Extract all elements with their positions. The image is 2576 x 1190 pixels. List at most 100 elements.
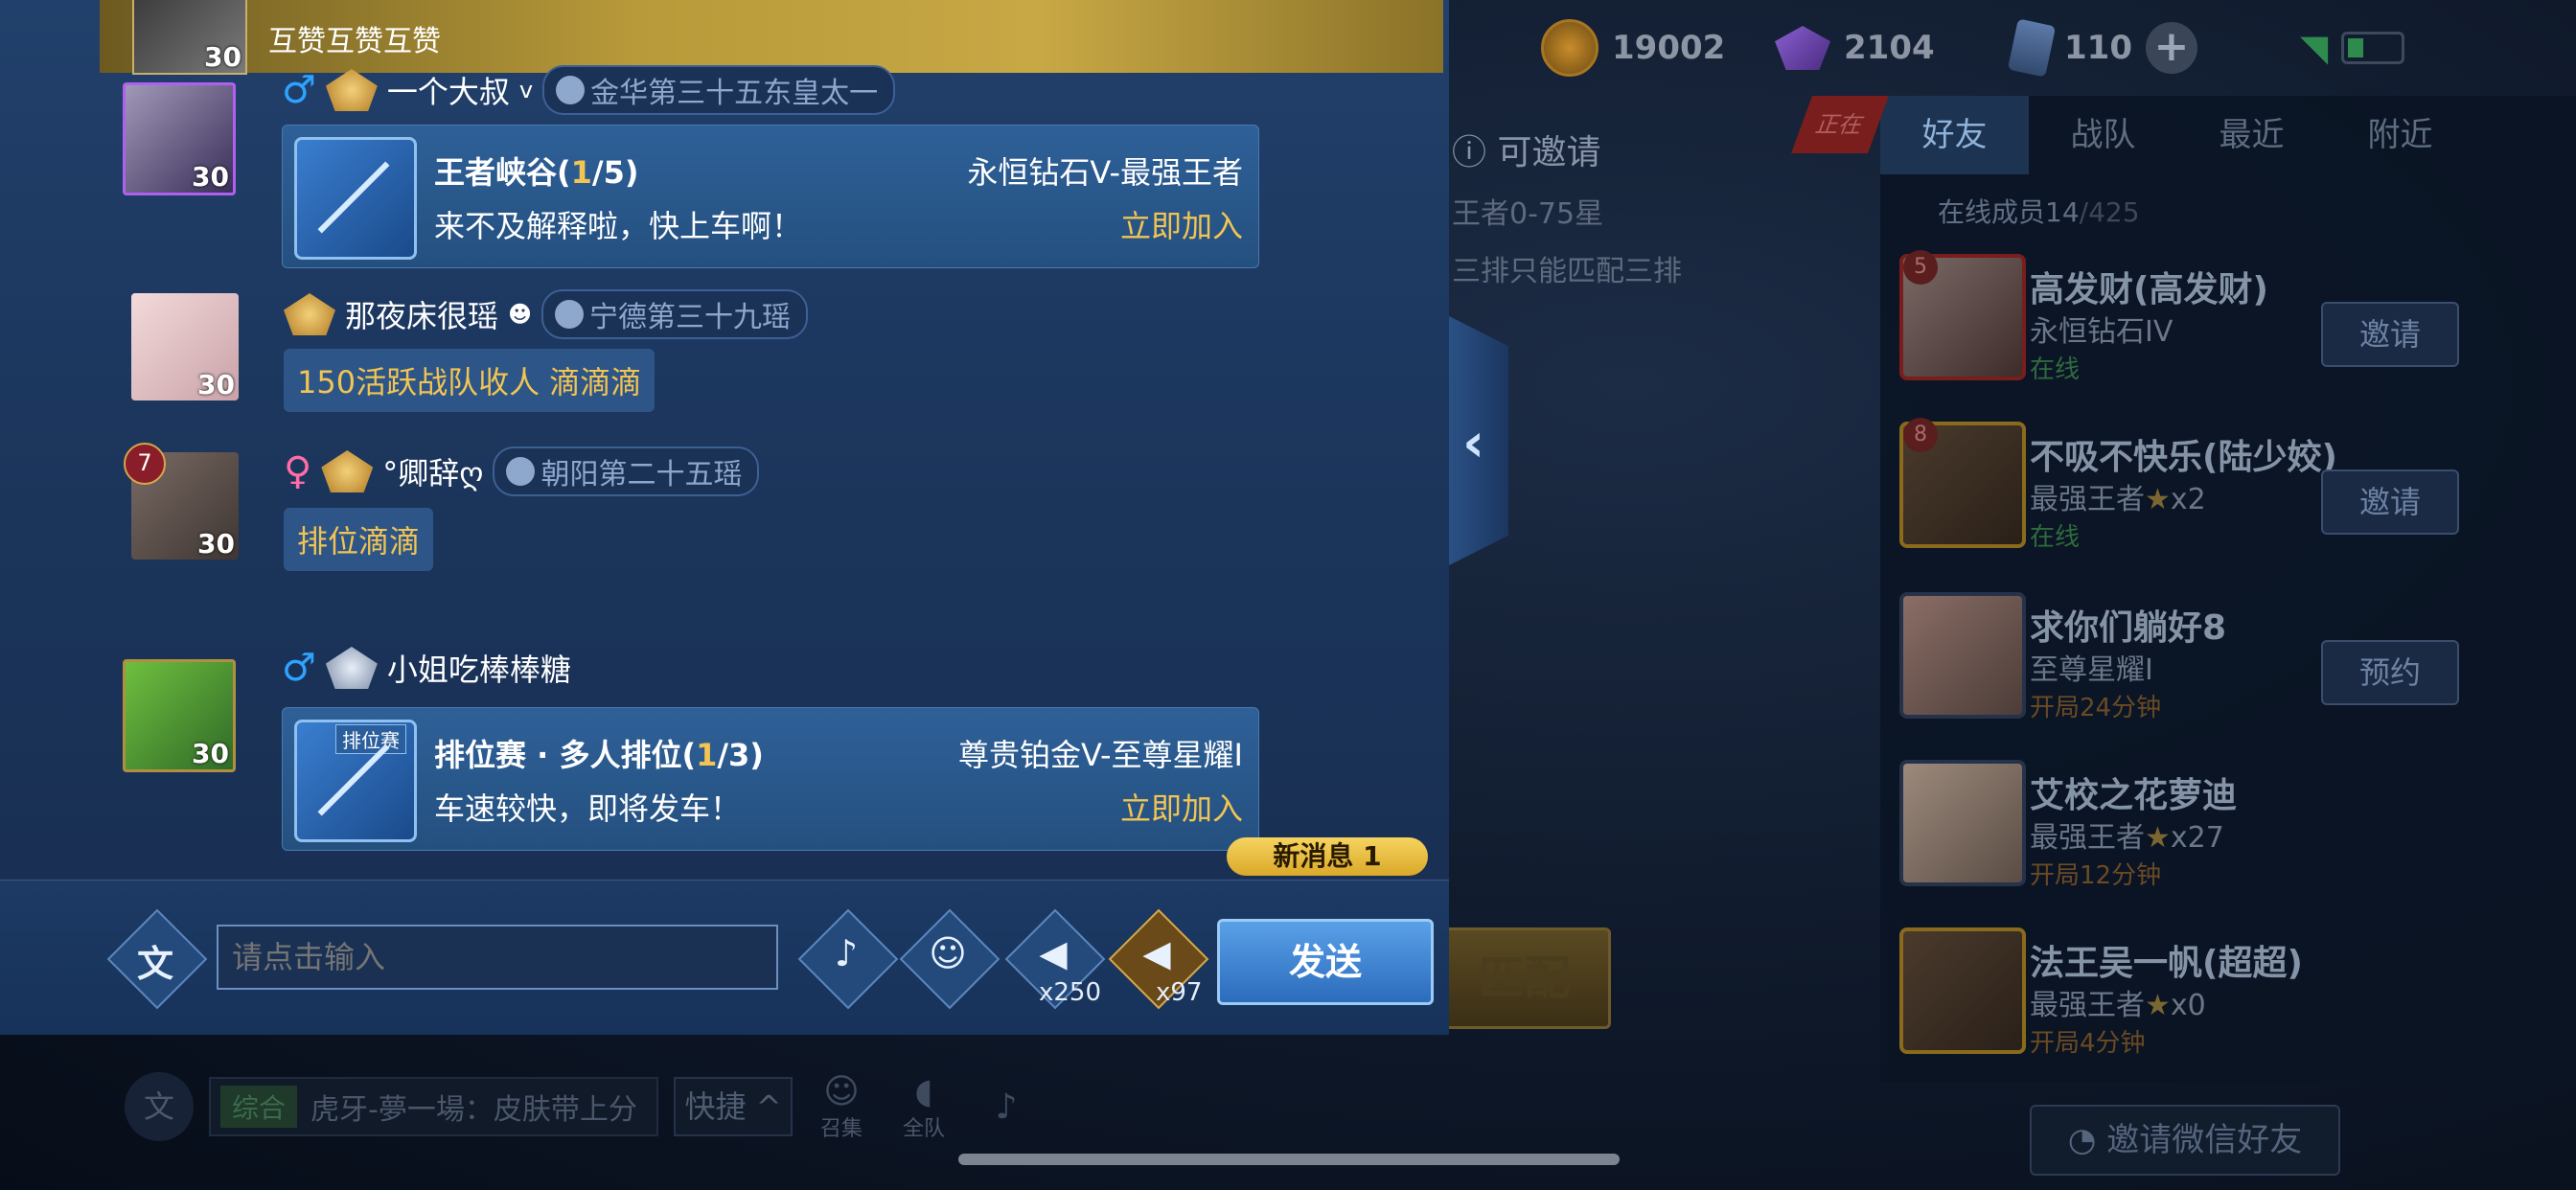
card-description: 车速较快，即将发车！ xyxy=(434,790,742,827)
friend-row[interactable]: 5 高发财(高发财) 永恒钻石IV 在线 邀请 xyxy=(1899,250,2551,398)
home-indicator[interactable] xyxy=(958,1154,1620,1165)
avatar: 5 xyxy=(1899,250,2026,380)
invite-wechat-button[interactable]: ◔ 邀请微信好友 xyxy=(2030,1105,2340,1176)
friend-status: 开局24分钟 xyxy=(2030,694,2162,722)
quick-button[interactable]: 快捷 ^ xyxy=(674,1077,793,1136)
tab-nearby[interactable]: 附近 xyxy=(2326,96,2474,174)
tab-recent[interactable]: 最近 xyxy=(2177,96,2326,174)
coin-amount: 19002 xyxy=(1612,29,1726,67)
chat-panel: 30 互赞互赞互赞 30 ♂ 一个大叔 v 金华第三十五东皇太一 王者峡谷(1/… xyxy=(0,0,1449,1035)
message-header: ♂ 小姐吃棒棒糖 xyxy=(282,646,571,690)
lobby-chat-preview[interactable]: 综合 虎牙-夢一場：皮肤带上分 xyxy=(209,1077,658,1136)
message-header: ♂ 一个大叔 v 金华第三十五东皇太一 xyxy=(282,65,896,115)
big-horn-count: x97 xyxy=(1156,978,1203,1007)
lobby-chat-bar: 文 综合 虎牙-夢一場：皮肤带上分 快捷 ^ ☺ 召集 ◖ 全队 ♪ xyxy=(125,1068,1040,1145)
friend-status: 在线 xyxy=(2030,355,2081,384)
speaker-icon: ◖ xyxy=(914,1071,933,1111)
sender-name[interactable]: 一个大叔 xyxy=(387,68,510,112)
ticket-icon xyxy=(2007,18,2057,78)
friend-status: 在线 xyxy=(2030,523,2081,552)
online-count: 在线成员14/425 xyxy=(1938,196,2140,228)
message-bubble[interactable]: 150活跃战队收人 滴滴滴 xyxy=(284,349,656,412)
friend-status: 开局12分钟 xyxy=(2030,861,2162,890)
summon-icon: ☺ xyxy=(823,1071,860,1111)
coin-counter[interactable]: 19002 xyxy=(1541,17,1725,79)
region-icon xyxy=(506,457,536,486)
chat-banner[interactable]: 30 互赞互赞互赞 xyxy=(100,0,1443,75)
card-description: 来不及解释啦，快上车啊！ xyxy=(434,208,803,244)
battery-icon xyxy=(2341,32,2405,64)
channel-tag: 综合 xyxy=(220,1086,298,1128)
friend-row[interactable]: 法王吴一帆(超超) 最强王者★x0 开局4分钟 xyxy=(1899,927,2551,1071)
match-button[interactable]: 匹配 xyxy=(1438,927,1611,1029)
sender-name[interactable]: 小姐吃棒棒糖 xyxy=(387,646,571,690)
join-now-button[interactable]: 立即加入 xyxy=(1120,785,1243,829)
sender-name[interactable]: °卿辞ღ xyxy=(382,449,483,493)
avatar[interactable]: 30 xyxy=(123,659,236,772)
verified-icon: v xyxy=(518,77,534,103)
message-header: 那夜床很瑶 ☻ 宁德第三十九瑶 xyxy=(284,289,809,339)
microphone-icon: ♪ xyxy=(995,1087,1018,1127)
region-badge: 朝阳第二十五瑶 xyxy=(493,446,760,496)
card-rank-range: 永恒钻石V-最强王者 xyxy=(967,154,1243,191)
friends-tabs: 好友 战队 最近 附近 xyxy=(1880,96,2576,174)
region-icon xyxy=(556,76,586,104)
team-invite-card[interactable]: 王者峡谷(1/5) 来不及解释啦，快上车啊！ 永恒钻石V-最强王者 立即加入 xyxy=(282,125,1259,268)
friend-rank: 至尊星耀I xyxy=(2030,653,2153,687)
rank-icon xyxy=(325,69,378,111)
friend-name: 高发财(高发财) xyxy=(2030,270,2268,309)
chat-input[interactable] xyxy=(217,925,778,990)
invite-button[interactable]: 邀请 xyxy=(2321,302,2459,367)
add-currency-icon[interactable]: + xyxy=(2145,22,2197,74)
avatar xyxy=(1899,760,2026,886)
last-message: 虎牙-夢一場：皮肤带上分 xyxy=(310,1093,637,1127)
friend-row[interactable]: 求你们躺好8 至尊星耀I 开局24分钟 预约 xyxy=(1899,592,2551,736)
small-horn-count: x250 xyxy=(1039,978,1102,1007)
level-badge: 8 xyxy=(1903,418,1938,452)
diamond-counter[interactable]: 2104 xyxy=(1775,17,1935,79)
region-badge: 金华第三十五东皇太一 xyxy=(542,65,896,115)
coin-icon xyxy=(1541,19,1598,77)
voice-translate-icon[interactable]: 文 xyxy=(125,1072,194,1141)
avatar xyxy=(1899,927,2026,1054)
chat-input-bar: 文 ♪ ☺ ◀ x250 ◀ x97 发送 xyxy=(0,880,1449,1035)
rank-icon xyxy=(325,647,378,689)
invite-note: 三排只能匹配三排 xyxy=(1452,255,1682,288)
mic-button[interactable]: ♪ xyxy=(973,1087,1040,1127)
invite-button[interactable]: 邀请 xyxy=(2321,469,2459,535)
big-horn-icon: ◀ xyxy=(1142,932,1171,974)
new-message-badge[interactable]: 新消息 1 xyxy=(1227,837,1428,876)
summon-button[interactable]: ☺ 召集 xyxy=(808,1072,875,1142)
friend-name: 艾校之花萝迪 xyxy=(2030,776,2238,815)
card-title: 王者峡谷(1/5) xyxy=(434,154,639,191)
avatar[interactable]: 7 30 xyxy=(124,443,239,560)
translate-icon: 文 xyxy=(136,943,173,985)
ranked-mode-icon: 排位赛 xyxy=(294,720,417,842)
collapse-chat-handle[interactable]: ‹ xyxy=(1449,316,1508,565)
friend-row[interactable]: 艾校之花萝迪 最强王者★x27 开局12分钟 xyxy=(1899,760,2551,904)
invite-title: ⓘ 可邀请 xyxy=(1452,133,1601,172)
send-button[interactable]: 发送 xyxy=(1217,919,1434,1005)
invite-range: 王者0-75星 xyxy=(1452,197,1604,231)
friend-rank: 最强王者★x27 xyxy=(2030,821,2224,855)
friend-rank: 最强王者★x2 xyxy=(2030,483,2206,516)
reserve-button[interactable]: 预约 xyxy=(2321,640,2459,705)
avatar[interactable]: 30 xyxy=(123,82,236,195)
invite-info: ⓘ 可邀请 王者0-75星 三排只能匹配三排 xyxy=(1452,125,1682,289)
emoji-icon: ☺ xyxy=(929,932,967,974)
friend-name: 不吸不快乐(陆少姣) xyxy=(2030,438,2337,477)
team-voice-button[interactable]: ◖ 全队 xyxy=(890,1072,957,1142)
friend-row[interactable]: 8 不吸不快乐(陆少姣) 最强王者★x2 在线 邀请 xyxy=(1899,418,2551,565)
avatar[interactable]: 30 xyxy=(131,293,239,400)
tab-team[interactable]: 战队 xyxy=(2029,96,2177,174)
female-icon: ♀ xyxy=(284,449,312,493)
ticket-counter[interactable]: 110 + xyxy=(2007,17,2197,79)
team-invite-card[interactable]: 排位赛 排位赛 · 多人排位(1/3) 车速较快，即将发车！ 尊贵铂金V-至尊星… xyxy=(282,707,1259,851)
horn-icon: ◀ xyxy=(1039,932,1068,974)
message-bubble[interactable]: 排位滴滴 xyxy=(284,508,434,571)
tab-friends[interactable]: 好友 xyxy=(1880,96,2029,174)
join-now-button[interactable]: 立即加入 xyxy=(1120,202,1243,246)
region-badge: 宁德第三十九瑶 xyxy=(541,289,809,339)
sender-name[interactable]: 那夜床很瑶 xyxy=(345,292,498,336)
ticket-amount: 110 xyxy=(2064,29,2132,67)
